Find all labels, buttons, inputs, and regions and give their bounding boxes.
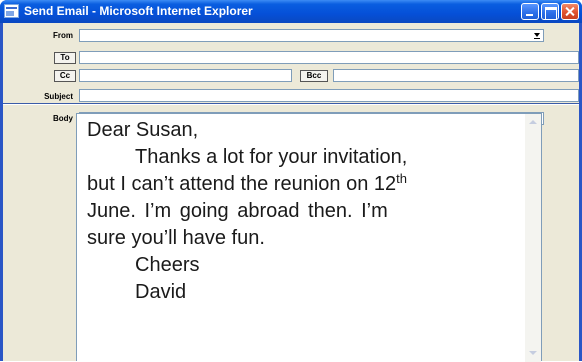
signature-line: David [135,281,187,303]
message-text: Dear Susan, Thanks a lot for your invita… [87,117,522,306]
subject-label: Subject [44,92,73,101]
closing-line: Cheers [135,254,200,276]
window-title: Send Email - Microsoft Internet Explorer [24,4,253,18]
message-line: June. I’m going abroad then. I’m [87,200,388,222]
body-label: Body [53,114,73,123]
cc-field[interactable] [79,69,292,82]
message-line: sure you’ll have fun. [87,227,265,249]
ordinal-suffix: th [396,171,407,186]
scroll-down-icon[interactable] [527,347,539,359]
to-field[interactable] [79,51,579,64]
browser-window: Send Email - Microsoft Internet Explorer… [0,0,582,362]
title-bar[interactable]: Send Email - Microsoft Internet Explorer [0,0,582,23]
chevron-down-icon[interactable] [531,31,542,40]
section-divider [3,103,579,105]
from-label: From [53,31,73,40]
close-button[interactable] [561,3,579,20]
vertical-scrollbar[interactable] [525,114,541,362]
message-line-text: but I can’t attend the reunion on 12 [87,173,397,195]
subject-field[interactable] [79,89,579,102]
scroll-up-icon[interactable] [527,117,539,129]
bcc-button[interactable]: Bcc [300,70,328,82]
message-line: but I can’t attend the reunion on 12th [87,171,522,198]
message-body[interactable]: Dear Susan, Thanks a lot for your invita… [76,113,542,362]
from-select[interactable] [79,29,544,42]
bcc-field[interactable] [333,69,579,82]
ie-document-icon [4,4,19,18]
greeting-line: Dear Susan, [87,119,199,141]
cc-button[interactable]: Cc [54,70,76,82]
message-line: Thanks a lot for your invitation, [135,146,408,168]
minimize-button[interactable] [521,3,539,20]
maximize-button[interactable] [541,3,559,20]
to-button[interactable]: To [54,52,76,64]
